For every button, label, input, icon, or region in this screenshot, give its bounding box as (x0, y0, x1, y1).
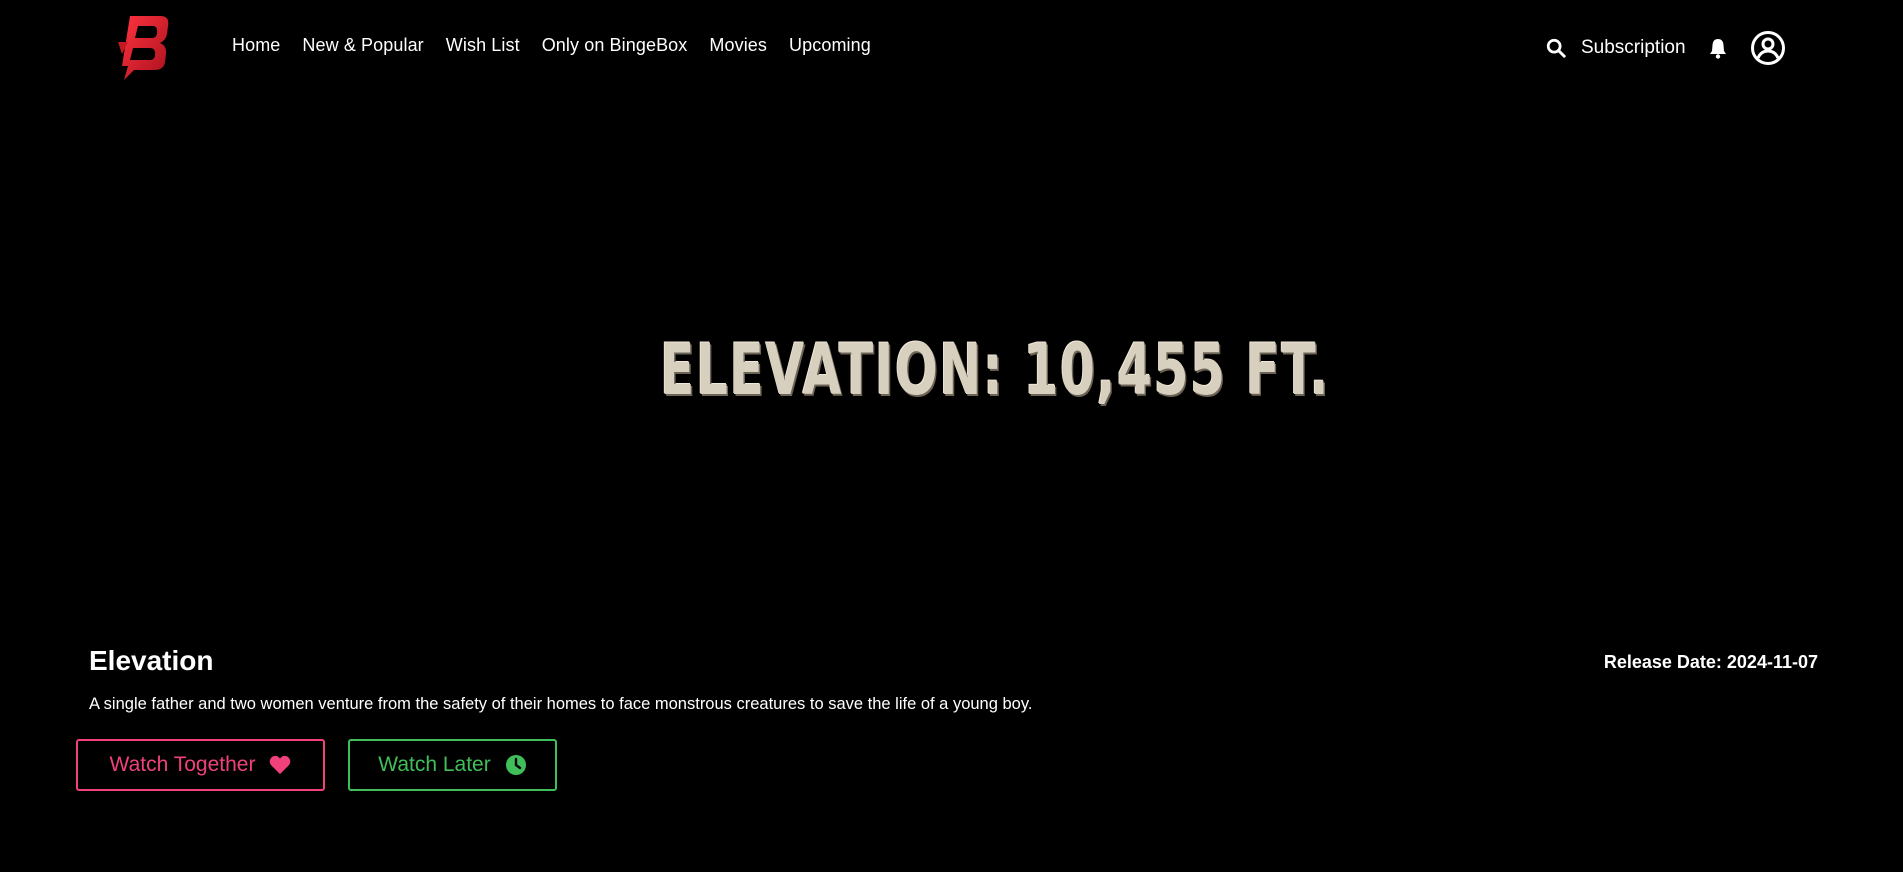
main-nav: Home New & Popular Wish List Only on Bin… (232, 35, 893, 56)
release-date: Release Date: 2024-11-07 (1603, 652, 1818, 672)
nav-item-home[interactable]: Home (232, 35, 280, 56)
bell-icon[interactable] (1708, 37, 1728, 59)
account-circle-icon[interactable] (1750, 30, 1786, 66)
heart-icon (270, 755, 291, 775)
watch-later-label: Watch Later (378, 753, 491, 776)
nav-item-upcoming[interactable]: Upcoming (789, 35, 871, 56)
search-icon[interactable] (1545, 37, 1567, 59)
watch-together-label: Watch Together (109, 753, 256, 776)
hero-title-card: ELEVATION: 10,455 FT. (660, 329, 1331, 411)
header: Home New & Popular Wish List Only on Bin… (0, 0, 1903, 94)
movie-description: A single father and two women venture fr… (89, 695, 1033, 713)
movie-title: Elevation (89, 645, 214, 676)
page: Home New & Popular Wish List Only on Bin… (0, 0, 1903, 872)
nav-item-wish-list[interactable]: Wish List (446, 35, 520, 56)
clock-icon (505, 755, 526, 775)
watch-together-button[interactable]: Watch Together (76, 739, 325, 791)
header-actions: Subscription (1545, 28, 1786, 68)
subscription-link[interactable]: Subscription (1581, 37, 1686, 59)
nav-item-new-popular[interactable]: New & Popular (302, 35, 423, 56)
nav-item-only-on-bingebox[interactable]: Only on BingeBox (542, 35, 688, 56)
watch-later-button[interactable]: Watch Later (348, 739, 557, 791)
nav-item-movies[interactable]: Movies (709, 35, 767, 56)
bingebox-logo[interactable] (116, 12, 172, 80)
